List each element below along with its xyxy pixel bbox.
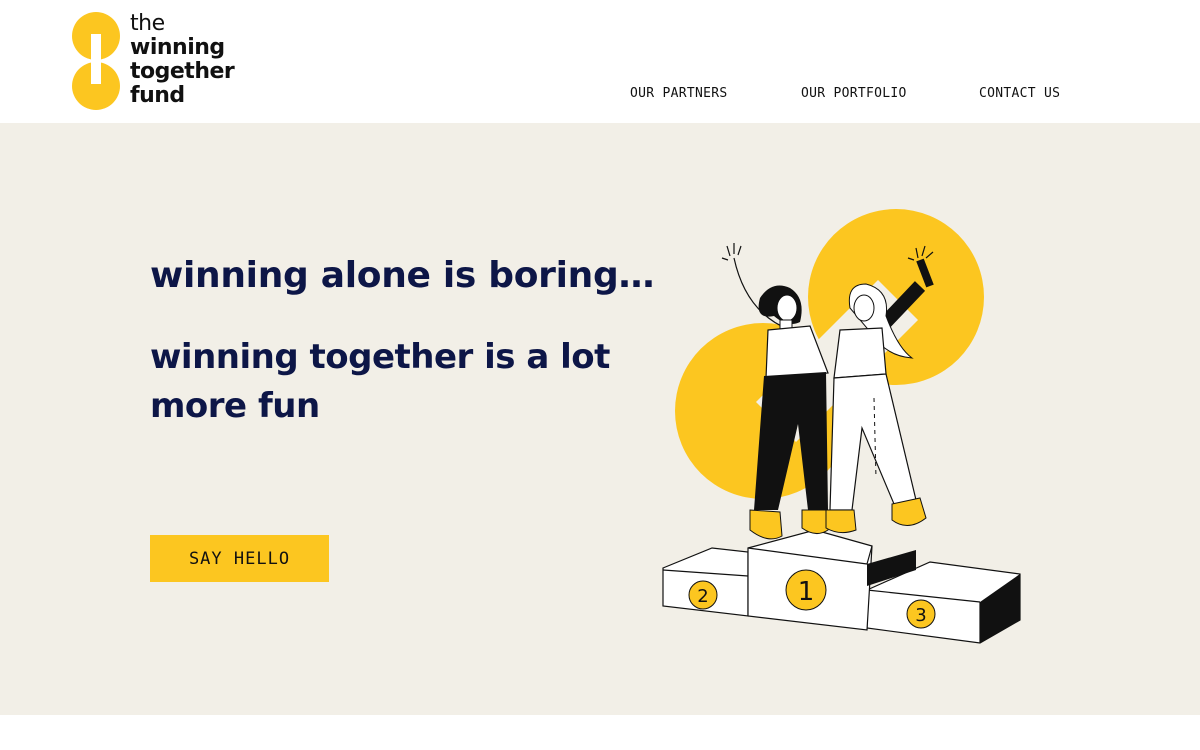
page-bottom-strip	[0, 715, 1200, 750]
nav-contact-us[interactable]: CONTACT US	[979, 86, 1060, 101]
logo-line: together	[130, 59, 235, 84]
main-nav: OUR PARTNERS OUR PORTFOLIO CONTACT US	[0, 86, 1200, 104]
nav-our-partners[interactable]: OUR PARTNERS	[630, 86, 728, 101]
say-hello-button[interactable]: SAY HELLO	[150, 535, 329, 582]
place-label: 1	[798, 577, 815, 607]
hero-section: winning alone is boring… winning togethe…	[0, 123, 1200, 715]
hero-tagline: winning alone is boring…	[150, 255, 655, 296]
podium-second-place: 2	[662, 547, 749, 617]
place-label: 3	[915, 605, 926, 626]
nav-our-portfolio[interactable]: OUR PORTFOLIO	[801, 86, 907, 101]
podium-illustration: 2 3 1	[662, 209, 1021, 644]
logo-line: winning	[130, 35, 225, 60]
site-header: the winning together fund OUR PARTNERS O…	[0, 0, 1200, 123]
hero-headline: winning together is a lot more fun	[150, 337, 610, 426]
logo-line: the	[130, 11, 165, 36]
place-label: 2	[697, 586, 708, 607]
